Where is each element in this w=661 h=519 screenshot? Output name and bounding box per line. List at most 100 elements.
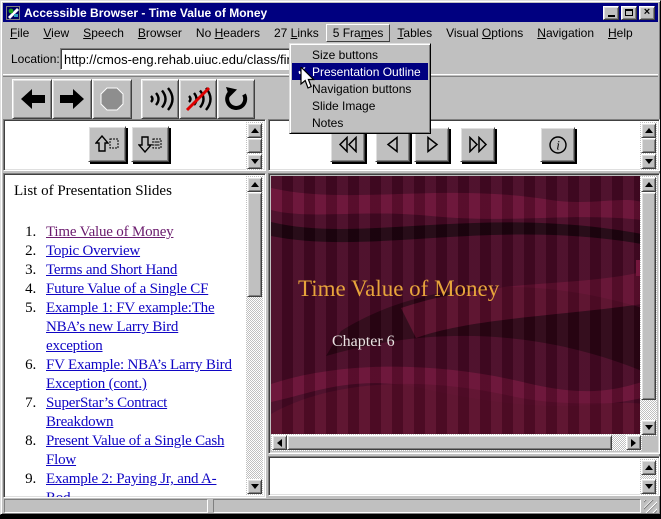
scroll-thumb[interactable] xyxy=(247,192,262,297)
list-item: 8.Present Value of a Single Cash Flow xyxy=(6,432,248,470)
scroll-up-button[interactable] xyxy=(247,177,262,192)
slide-link[interactable]: Terms and Short Hand xyxy=(46,261,238,280)
slide-image: Time Value of Money Chapter 6 xyxy=(271,176,642,436)
presentation-outline-panel: List of Presentation Slides 1.Time Value… xyxy=(3,173,266,498)
menu-view[interactable]: View xyxy=(36,24,76,42)
left-arrow-icon xyxy=(277,439,282,447)
app-icon xyxy=(6,6,20,20)
scroll-up-button[interactable] xyxy=(641,177,656,192)
list-item: 4.Future Value of a Single CF xyxy=(6,280,248,299)
outline-heading: List of Presentation Slides xyxy=(14,183,248,200)
scroll-thumb[interactable] xyxy=(641,138,656,153)
slide-link[interactable]: FV Example: NBA’s Larry Bird Exception (… xyxy=(46,356,238,394)
resize-grip[interactable] xyxy=(644,500,657,513)
outline-scrollbar[interactable] xyxy=(246,176,263,495)
previous-slide-icon xyxy=(383,136,403,153)
location-label: Location: xyxy=(11,52,60,66)
last-slide-icon xyxy=(468,136,488,153)
slide-info-button[interactable]: i xyxy=(540,127,575,162)
right-arrow-icon xyxy=(631,439,636,447)
scroll-up-button[interactable] xyxy=(641,460,656,475)
status-bar xyxy=(3,498,658,514)
list-item: 7.SuperStar’s Contract Breakdown xyxy=(6,394,248,432)
scroll-down-button[interactable] xyxy=(247,479,262,494)
scroll-up-button[interactable] xyxy=(247,123,262,138)
menu-tables[interactable]: Tables xyxy=(390,24,439,42)
slide-link[interactable]: Present Value of a Single Cash Flow xyxy=(46,432,238,470)
reload-button[interactable] xyxy=(217,79,255,119)
stop-speech-button[interactable] xyxy=(179,79,217,119)
slide-subtitle: Chapter 6 xyxy=(332,333,395,351)
speech-waves-icon xyxy=(146,86,174,112)
slide-link[interactable]: Topic Overview xyxy=(46,242,238,261)
close-button[interactable]: × xyxy=(639,6,655,20)
slide-link[interactable]: Example 1: FV example:The NBA’s new Larr… xyxy=(46,299,238,356)
slide-stripe-texture xyxy=(271,176,642,436)
reload-arrow-icon xyxy=(223,86,249,112)
menu-27-links[interactable]: 27 Links xyxy=(267,24,326,42)
forward-button[interactable] xyxy=(52,79,92,119)
next-heading-icon xyxy=(138,135,162,153)
maximize-button[interactable] xyxy=(621,6,637,20)
slide-nav-scrollbar[interactable] xyxy=(640,122,657,170)
slide-link[interactable]: SuperStar’s Contract Breakdown xyxy=(46,394,238,432)
previous-heading-button[interactable] xyxy=(88,126,126,162)
down-arrow-icon xyxy=(251,159,259,164)
speak-button[interactable] xyxy=(141,79,179,119)
up-arrow-icon xyxy=(645,128,653,133)
scroll-up-button[interactable] xyxy=(641,123,656,138)
outline-buttons-scrollbar[interactable] xyxy=(246,122,263,170)
forward-arrow-icon xyxy=(59,88,86,110)
list-item: 2.Topic Overview xyxy=(6,242,248,261)
window-title: Accessible Browser - Time Value of Money xyxy=(24,6,601,20)
scroll-down-button[interactable] xyxy=(247,154,262,169)
scroll-thumb[interactable] xyxy=(287,435,612,450)
slide-link[interactable]: Future Value of a Single CF xyxy=(46,280,238,299)
list-item: 9.Example 2: Paying Jr, and A-Rod xyxy=(6,470,248,498)
stop-button[interactable] xyxy=(92,79,132,119)
menu-item-slide-image[interactable]: Slide Image xyxy=(292,97,428,114)
back-arrow-icon xyxy=(19,88,46,110)
status-section-right xyxy=(213,499,641,513)
slide-link[interactable]: Example 2: Paying Jr, and A-Rod xyxy=(46,470,238,498)
menu-no-headers[interactable]: No Headers xyxy=(189,24,267,42)
list-item: 5.Example 1: FV example:The NBA’s new La… xyxy=(6,299,248,356)
minimize-button[interactable] xyxy=(603,6,619,20)
scroll-thumb[interactable] xyxy=(247,138,262,153)
svg-text:i: i xyxy=(556,137,560,152)
previous-heading-icon xyxy=(95,135,119,153)
scroll-left-button[interactable] xyxy=(272,435,287,450)
scroll-down-button[interactable] xyxy=(641,479,656,494)
scroll-down-button[interactable] xyxy=(641,420,656,435)
first-slide-icon xyxy=(338,136,358,153)
notes-scrollbar[interactable] xyxy=(640,459,657,495)
maximize-icon xyxy=(625,9,633,16)
slide-vertical-scrollbar[interactable] xyxy=(640,176,657,436)
outline-buttons-panel xyxy=(3,119,266,171)
scroll-right-button[interactable] xyxy=(626,435,641,450)
scroll-thumb[interactable] xyxy=(641,192,656,400)
slide-link[interactable]: Time Value of Money xyxy=(46,223,238,242)
menu-browser[interactable]: Browser xyxy=(131,24,189,42)
list-item: 3.Terms and Short Hand xyxy=(6,261,248,280)
menu-file[interactable]: File xyxy=(3,24,36,42)
menu-speech[interactable]: Speech xyxy=(76,24,131,42)
menu-visual-options[interactable]: Visual Options xyxy=(439,24,530,42)
slide-horizontal-scrollbar[interactable] xyxy=(271,434,642,451)
menu-navigation[interactable]: Navigation xyxy=(530,24,601,42)
back-button[interactable] xyxy=(12,79,52,119)
down-arrow-icon xyxy=(645,484,653,489)
menu-5-frames[interactable]: 5 Frames xyxy=(326,24,391,42)
last-slide-button[interactable] xyxy=(460,127,495,162)
down-arrow-icon xyxy=(645,159,653,164)
menu-item-notes[interactable]: Notes xyxy=(292,114,428,131)
close-icon: × xyxy=(644,7,650,18)
scroll-down-button[interactable] xyxy=(641,154,656,169)
info-icon: i xyxy=(548,135,568,155)
list-item: 1.Time Value of Money xyxy=(6,223,248,242)
next-heading-button[interactable] xyxy=(131,126,169,162)
list-item: 6.FV Example: NBA’s Larry Bird Exception… xyxy=(6,356,248,394)
next-slide-icon xyxy=(422,136,442,153)
menu-help[interactable]: Help xyxy=(601,24,640,42)
menu-item-size-buttons[interactable]: Size buttons xyxy=(292,46,428,63)
